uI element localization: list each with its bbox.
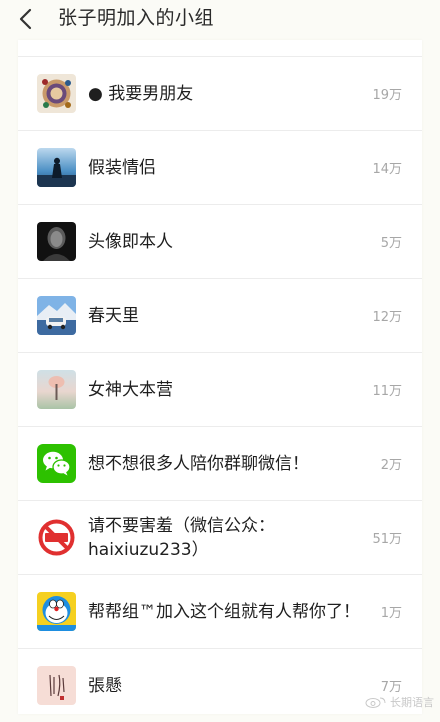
group-row[interactable]: 想不想很多人陪你群聊微信！ 2万: [18, 427, 422, 501]
group-name: 请不要害羞（微信公众：haixiuzu233）: [88, 515, 275, 560]
group-list: ● 我要男朋友 19万 假装情侣 14万 头像即本人 5万 春天里 12万 女神…: [18, 57, 422, 722]
member-count: 19万: [372, 88, 402, 103]
doraemon-avatar: [37, 592, 76, 631]
member-count: 7万: [380, 680, 402, 695]
group-list-card: ● 我要男朋友 19万 假装情侣 14万 头像即本人 5万 春天里 12万 女神…: [18, 40, 422, 714]
calligraphy-avatar: [37, 666, 76, 705]
group-row[interactable]: 張懸 7万: [18, 649, 422, 722]
top-bar: 张子明加入的小组: [0, 0, 440, 40]
member-count: 2万: [380, 458, 402, 473]
member-count: 5万: [380, 236, 402, 251]
group-row[interactable]: 假装情侣 14万: [18, 131, 422, 205]
back-arrow-icon[interactable]: [14, 6, 40, 32]
group-row[interactable]: 春天里 12万: [18, 279, 422, 353]
group-name: 春天里: [88, 305, 139, 326]
member-count: 1万: [380, 606, 402, 621]
mountain-car-avatar: [37, 296, 76, 335]
wechat-icon: [37, 444, 76, 483]
group-name: 头像即本人: [88, 231, 173, 252]
group-row[interactable]: 女神大本营 11万: [18, 353, 422, 427]
group-name: 張懸: [88, 675, 122, 696]
member-count: 11万: [372, 384, 402, 399]
member-count: 12万: [372, 310, 402, 325]
watermark: 长期语言: [365, 694, 434, 710]
member-count: 51万: [372, 532, 402, 547]
soft-sky-avatar: [37, 370, 76, 409]
group-row[interactable]: ● 我要男朋友 19万: [18, 57, 422, 131]
dark-portrait-avatar: [37, 222, 76, 261]
no-shy-sign-avatar: [37, 518, 76, 557]
group-name: 想不想很多人陪你群聊微信！: [88, 453, 309, 474]
group-row[interactable]: 请不要害羞（微信公众：haixiuzu233） 51万: [18, 501, 422, 575]
page-title: 张子明加入的小组: [58, 7, 215, 29]
group-name: ● 我要男朋友: [88, 83, 194, 104]
ornate-pattern-avatar: [37, 74, 76, 113]
couple-silhouette-avatar: [37, 148, 76, 187]
group-row[interactable]: 头像即本人 5万: [18, 205, 422, 279]
watermark-text: 长期语言: [390, 696, 434, 709]
group-name: 帮帮组™加入这个组就有人帮你了！: [88, 601, 360, 622]
group-row[interactable]: 帮帮组™加入这个组就有人帮你了！ 1万: [18, 575, 422, 649]
group-name: 女神大本营: [88, 379, 173, 400]
weibo-logo-icon: [365, 697, 386, 708]
member-count: 14万: [372, 162, 402, 177]
group-name: 假装情侣: [88, 157, 156, 178]
